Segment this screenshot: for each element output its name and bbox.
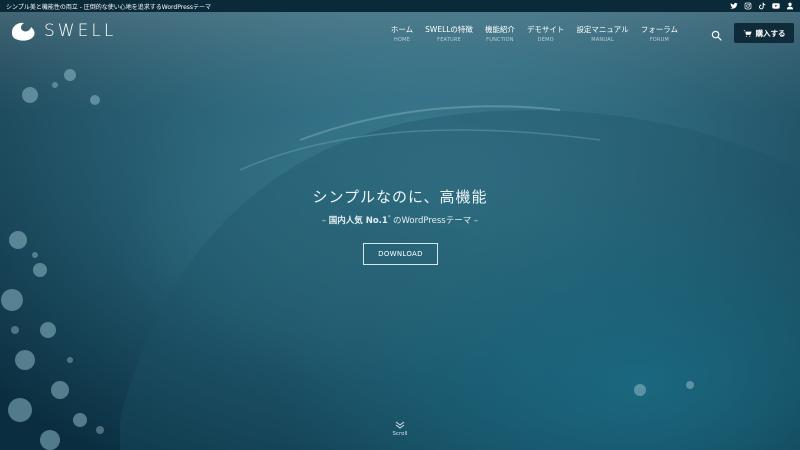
nav-item-function[interactable]: 機能紹介 FUNCTION xyxy=(485,24,515,43)
nav-item-feature[interactable]: SWELLの特徴 FEATURE xyxy=(425,24,473,43)
buy-button[interactable]: 購入する xyxy=(734,23,794,43)
twitter-icon[interactable] xyxy=(730,2,738,10)
logo-wordmark: SWELL xyxy=(44,21,117,41)
site-logo[interactable]: SWELL xyxy=(10,20,116,42)
magnifier-glyph xyxy=(711,30,722,41)
scroll-indicator[interactable]: Scroll xyxy=(380,421,420,437)
search-icon[interactable] xyxy=(711,26,722,41)
social-links xyxy=(730,2,794,10)
nav-item-sublabel: DEMO xyxy=(537,37,554,43)
nav-item-sublabel: FEATURE xyxy=(437,37,461,43)
top-info-bar: シンプル美と機能性の両立 - 圧倒的な使い心地を追求するWordPressテーマ xyxy=(0,0,800,12)
buy-button-label: 購入する xyxy=(755,28,786,38)
nav-item-sublabel: FUNCTION xyxy=(486,37,514,43)
main-navigation: ホーム HOME SWELLの特徴 FEATURE 機能紹介 FUNCTION … xyxy=(391,24,678,43)
download-button[interactable]: DOWNLOAD xyxy=(363,243,438,265)
nav-item-sublabel: MANUAL xyxy=(591,37,614,43)
user-icon[interactable] xyxy=(786,2,794,10)
double-chevron-down-icon xyxy=(395,421,405,429)
nav-item-label: 設定マニュアル xyxy=(576,25,629,34)
nav-item-home[interactable]: ホーム HOME xyxy=(391,24,413,43)
scroll-label: Scroll xyxy=(392,431,408,437)
hero-content: シンプルなのに、高機能 – 国内人気 No.1* のWordPressテーマ –… xyxy=(0,0,800,450)
hero-subcopy: – 国内人気 No.1* のWordPressテーマ – xyxy=(0,214,800,226)
nav-item-demo[interactable]: デモサイト DEMO xyxy=(527,24,565,43)
hero-catchcopy: シンプルなのに、高機能 xyxy=(312,188,488,206)
nav-item-forum[interactable]: フォーラム FORUM xyxy=(641,24,678,43)
wave-logo-icon xyxy=(12,22,35,41)
tiktok-icon[interactable] xyxy=(758,2,766,10)
nav-item-label: デモサイト xyxy=(526,25,565,34)
sub-rest: のWordPressテーマ – xyxy=(390,216,479,226)
sub-bold: 国内人気 No.1 xyxy=(328,216,388,226)
nav-item-label: 機能紹介 xyxy=(484,25,515,34)
instagram-icon[interactable] xyxy=(744,2,752,10)
nav-item-label: フォーラム xyxy=(640,25,678,34)
nav-item-sublabel: HOME xyxy=(394,37,410,43)
sub-prefix: – xyxy=(321,216,329,226)
nav-item-label: SWELLの特徴 xyxy=(425,25,473,34)
youtube-icon[interactable] xyxy=(772,2,780,10)
nav-item-label: ホーム xyxy=(390,25,414,34)
site-tagline: シンプル美と機能性の両立 - 圧倒的な使い心地を追求するWordPressテーマ xyxy=(6,3,212,11)
cart-icon xyxy=(742,29,752,37)
site-header: SWELL ホーム HOME SWELLの特徴 FEATURE 機能紹介 FUN… xyxy=(0,12,800,52)
nav-item-manual[interactable]: 設定マニュアル MANUAL xyxy=(576,24,628,43)
nav-item-sublabel: FORUM xyxy=(649,37,669,43)
